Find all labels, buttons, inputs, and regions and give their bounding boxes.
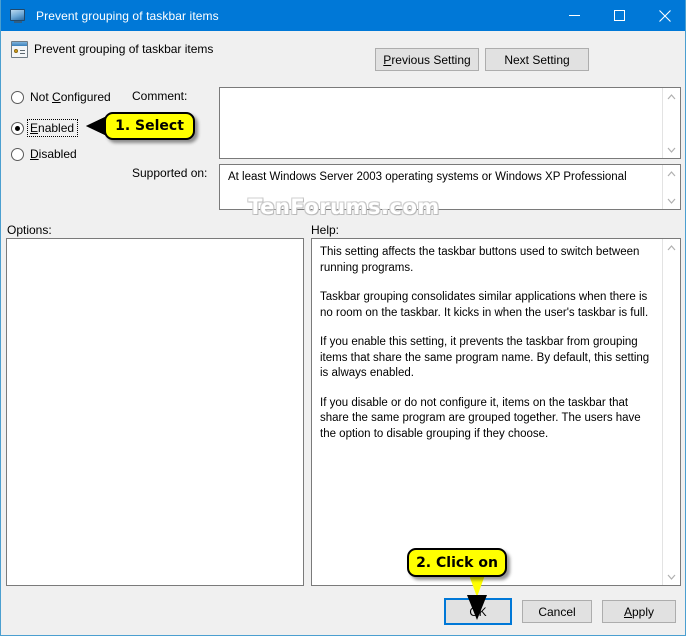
previous-setting-button[interactable]: Previous Setting [375, 48, 479, 71]
policy-setting-icon [11, 41, 28, 58]
radio-not-configured[interactable]: Not Configured [11, 90, 111, 104]
cancel-button[interactable]: Cancel [522, 600, 592, 623]
chevron-down-icon[interactable] [663, 192, 680, 209]
radio-disabled[interactable]: Disabled [11, 147, 77, 161]
minimize-button[interactable] [552, 0, 597, 31]
help-scrollbar[interactable] [662, 239, 680, 585]
cancel-label: Cancel [538, 604, 576, 619]
radio-enabled-mark [11, 121, 24, 135]
radio-disabled-mark [11, 147, 24, 161]
supported-on-value: At least Windows Server 2003 operating s… [228, 171, 627, 183]
previous-setting-label: Previous Setting [383, 52, 471, 67]
help-paragraph: If you enable this setting, it prevents … [320, 336, 650, 379]
options-panel[interactable] [6, 238, 304, 586]
help-paragraph: This setting affects the taskbar buttons… [320, 246, 640, 274]
supported-on-scrollbar[interactable] [662, 165, 680, 209]
chevron-down-icon[interactable] [663, 141, 680, 158]
apply-button[interactable]: Apply [602, 600, 676, 623]
comment-scrollbar[interactable] [662, 88, 680, 158]
comment-textbox[interactable] [219, 87, 681, 159]
chevron-up-icon[interactable] [663, 88, 680, 105]
help-paragraph: If you disable or do not configure it, i… [320, 396, 641, 440]
caption-buttons [552, 0, 685, 31]
title-bar: Prevent grouping of taskbar items [1, 0, 685, 31]
radio-enabled[interactable]: Enabled [11, 119, 79, 137]
setting-title: Prevent grouping of taskbar items [34, 42, 214, 56]
apply-label: Apply [623, 604, 655, 619]
radio-enabled-label: Enabled [27, 119, 79, 137]
callout-step2-tail [467, 575, 487, 620]
comment-label: Comment: [132, 89, 188, 103]
help-panel[interactable]: This setting affects the taskbar buttons… [311, 238, 681, 586]
radio-disabled-label: Disabled [30, 147, 77, 161]
help-content: This setting affects the taskbar buttons… [320, 245, 656, 442]
help-paragraph: Taskbar grouping consolidates similar ap… [320, 291, 649, 319]
callout-step1: 1. Select [104, 112, 195, 140]
monitor-icon [10, 8, 26, 24]
window-title: Prevent grouping of taskbar items [36, 8, 219, 23]
maximize-button[interactable] [597, 0, 642, 31]
supported-on-label: Supported on: [132, 166, 208, 180]
next-setting-label: Next Setting [504, 52, 570, 67]
close-button[interactable] [642, 0, 685, 31]
help-label: Help: [311, 223, 340, 237]
options-label: Options: [7, 223, 52, 237]
chevron-down-icon[interactable] [663, 568, 680, 585]
radio-not-configured-mark [11, 90, 24, 104]
callout-step2: 2. Click on [407, 548, 507, 577]
radio-not-configured-label: Not Configured [30, 90, 111, 104]
chevron-up-icon[interactable] [663, 165, 680, 182]
supported-on-textbox[interactable]: At least Windows Server 2003 operating s… [219, 164, 681, 210]
group-policy-setting-dialog: Prevent grouping of taskbar items Preven… [0, 0, 686, 636]
chevron-up-icon[interactable] [663, 239, 680, 256]
next-setting-button[interactable]: Next Setting [485, 48, 589, 71]
